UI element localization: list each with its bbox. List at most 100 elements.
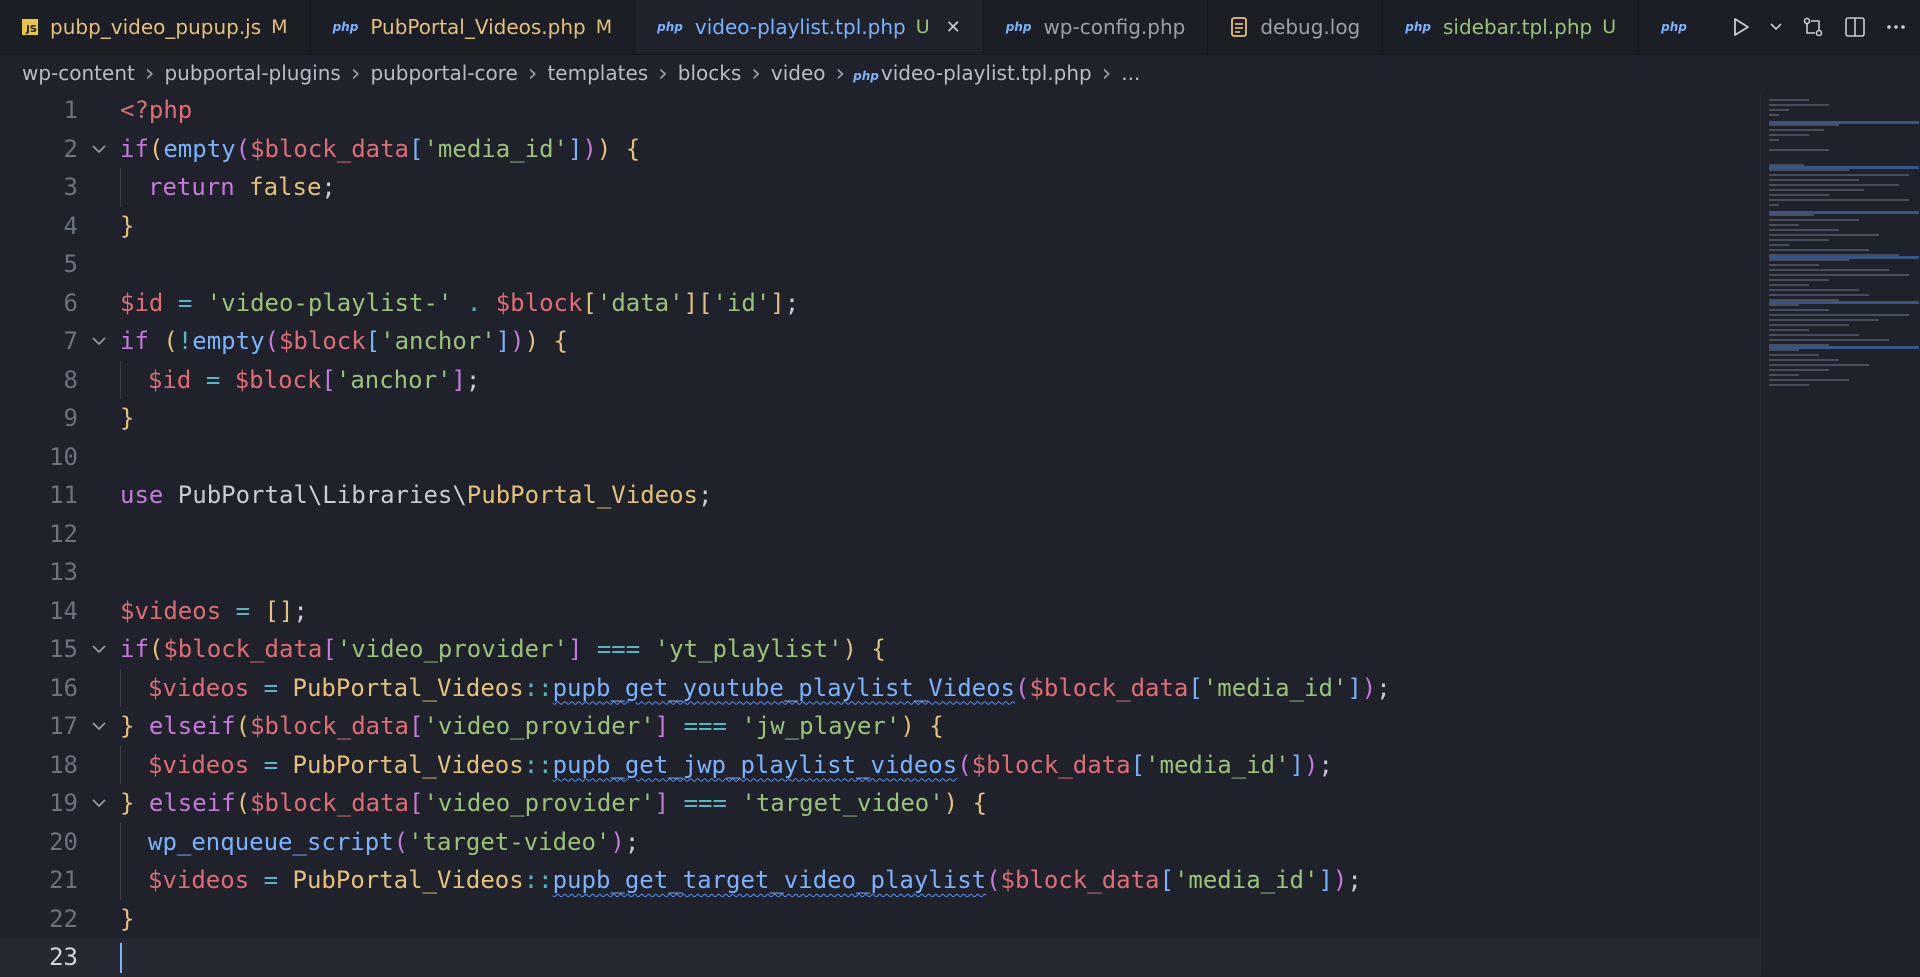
more-actions-icon[interactable] (1886, 24, 1906, 30)
token: $block (495, 288, 583, 317)
token: PubPortal_Videos (292, 750, 524, 779)
token: = (205, 365, 221, 394)
token: $id (120, 288, 164, 317)
token: $block (234, 365, 322, 394)
fold-chevron-icon[interactable] (92, 707, 106, 746)
token: PubPortal_Videos (292, 866, 524, 894)
code-text: } elseif($block_data['video_provider'] =… (120, 784, 987, 823)
token: ) (582, 134, 597, 163)
tab-wp-config-php[interactable]: php wp-config.php (984, 0, 1209, 54)
php-icon: php (657, 20, 683, 34)
chevron-right-icon: › (350, 59, 361, 87)
token: elseif (148, 712, 236, 740)
line-number: 4 (63, 211, 78, 240)
code-text: <?php (120, 91, 192, 130)
token: $block_data (1000, 866, 1160, 894)
tab-overflow[interactable]: php (1639, 0, 1722, 54)
fold-chevron-icon[interactable] (92, 322, 106, 361)
line-number: 16 (49, 673, 78, 702)
token: if (120, 327, 149, 355)
run-icon[interactable] (1732, 17, 1750, 37)
line-number: 20 (49, 827, 78, 856)
code-line[interactable]: 5 (0, 245, 1760, 284)
token: ] (1318, 866, 1333, 894)
code-line[interactable]: 6 $id = 'video-playlist-' . $block['data'… (0, 284, 1760, 323)
breadcrumb-item[interactable]: ... (1119, 61, 1142, 85)
code-line[interactable]: 17} elseif($block_data['video_provider']… (0, 707, 1760, 746)
token: === (683, 712, 727, 740)
code-line[interactable]: 16 $videos = PubPortal_Videos::pupb_get_y… (0, 668, 1760, 707)
code-line[interactable]: 7 if (!empty($block['anchor'])) { (0, 322, 1760, 361)
tab-pubp-video-pupup-js[interactable]: JS pubp_video_pupup.js M (0, 0, 311, 54)
token: [ (409, 789, 424, 817)
breadcrumb-item[interactable]: wp-content (20, 61, 137, 85)
breadcrumb-item[interactable]: templates (545, 61, 650, 85)
token: } (120, 712, 135, 740)
tab-modified-badge: M (595, 16, 613, 38)
tab-sidebar-tpl-php[interactable]: php sidebar.tpl.php U (1383, 0, 1640, 54)
token: ] (1347, 673, 1362, 702)
line-number: 17 (49, 712, 78, 740)
code-line[interactable]: 3 return false; (0, 168, 1760, 207)
token: } (120, 211, 135, 240)
fold-chevron-icon[interactable] (92, 784, 106, 823)
token: return (148, 173, 235, 201)
token: pupb_get_jwp_playlist_videos (552, 750, 958, 779)
code-line[interactable]: 1 <?php (0, 91, 1760, 130)
token: } (120, 904, 135, 933)
fold-chevron-icon[interactable] (92, 130, 106, 169)
code-line[interactable]: 9} (0, 399, 1760, 438)
code-text: if (!empty($block['anchor'])) { (120, 322, 568, 361)
code-line[interactable]: 10 (0, 438, 1760, 477)
code-line[interactable]: 22} (0, 900, 1760, 939)
breadcrumb-item[interactable]: video (769, 61, 828, 85)
breadcrumb-item[interactable]: pubportal-plugins (162, 61, 342, 85)
code-line[interactable]: 2 if(empty($block_data['media_id'])) { (0, 130, 1760, 169)
breadcrumb-item[interactable]: blocks (676, 61, 744, 85)
code-line[interactable]: 14 $videos = []; (0, 592, 1760, 631)
token: ) (1304, 750, 1319, 779)
code-line[interactable]: 15 if($block_data['video_provider'] === '… (0, 630, 1760, 669)
code-line[interactable]: 4} (0, 207, 1760, 246)
breadcrumb-item[interactable]: video-playlist.tpl.php (879, 61, 1094, 85)
compare-changes-icon[interactable] (1802, 16, 1824, 38)
code-line[interactable]: 19} elseif($block_data['video_provider']… (0, 784, 1760, 823)
token: === (683, 789, 727, 817)
code-line[interactable]: 11 use PubPortal\Libraries\PubPortal_Vide… (0, 476, 1760, 515)
token: [ (322, 635, 337, 663)
tab-debug-log[interactable]: debug.log (1208, 0, 1384, 54)
token: $block_data (163, 635, 323, 663)
close-icon[interactable]: ✕ (946, 17, 961, 38)
code-editor[interactable]: 1 <?php 2 if(empty($block_data['media_id'])… (0, 91, 1760, 977)
line-number: 11 (49, 481, 78, 509)
code-text: $id = $block['anchor']; (120, 360, 480, 399)
line-number: 14 (49, 596, 78, 625)
code-line[interactable]: 8 $id = $block['anchor']; (0, 360, 1760, 399)
minimap[interactable] (1760, 91, 1920, 975)
tab-pubportal-videos-php[interactable]: php PubPortal_Videos.php M (311, 0, 636, 54)
token: $block_data (971, 750, 1131, 779)
code-line[interactable]: 23 (0, 938, 1760, 977)
code-line[interactable]: 20 wp_enqueue_script('target-video'); (0, 822, 1760, 861)
breadcrumb-item[interactable]: pubportal-core (368, 61, 519, 85)
token: ( (1014, 673, 1030, 702)
token: if (120, 635, 149, 663)
code-line[interactable]: 21 $videos = PubPortal_Videos::pupb_get_t… (0, 861, 1760, 900)
code-line[interactable]: 12 (0, 515, 1760, 554)
token: 'media_id' (1173, 866, 1319, 894)
chevron-down-icon[interactable] (1770, 23, 1782, 31)
token: pupb_get_youtube_playlist_Videos (552, 673, 1015, 702)
split-editor-icon[interactable] (1844, 16, 1866, 38)
token: { (553, 327, 568, 355)
code-line[interactable]: 18 $videos = PubPortal_Videos::pupb_get_j… (0, 745, 1760, 784)
code-line[interactable]: 13 (0, 553, 1760, 592)
token: === (596, 635, 641, 663)
tab-video-playlist-tpl-php[interactable]: php video-playlist.tpl.php U ✕ (635, 0, 984, 54)
token: ) (510, 327, 525, 355)
fold-chevron-icon[interactable] (92, 630, 106, 669)
